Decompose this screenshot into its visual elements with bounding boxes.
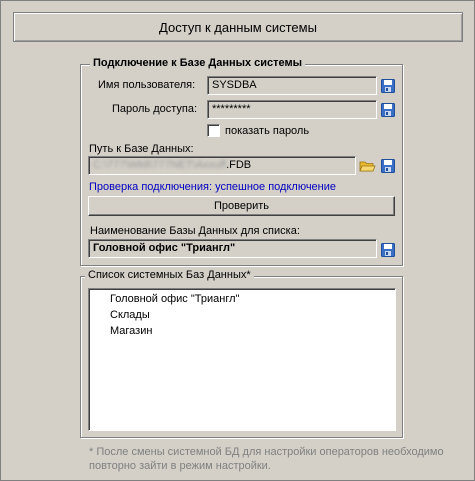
- db-list-group-legend: Список системных Баз Данных*: [85, 269, 254, 281]
- connection-group-legend: Подключение к Базе Данных системы: [90, 57, 306, 69]
- db-path-label: Путь к Базе Данных:: [89, 143, 194, 155]
- username-label: Имя пользователя:: [98, 79, 196, 91]
- check-connection-button-label: Проверить: [213, 200, 269, 212]
- dialog-title: Доступ к данным системы: [159, 19, 317, 35]
- db-list-item[interactable]: Склады: [110, 309, 150, 321]
- footnote: * После смены системной БД для настройки…: [89, 446, 444, 472]
- db-path-extension: .FDB: [226, 159, 252, 171]
- save-db-name-icon[interactable]: [381, 243, 395, 257]
- open-folder-icon[interactable]: [359, 159, 376, 173]
- dialog-title-bar: Доступ к данным системы: [13, 12, 463, 42]
- check-status-text: Проверка подключения: успешное подключен…: [89, 181, 337, 193]
- db-list[interactable]: Головной офис "Триангл" Склады Магазин: [88, 288, 396, 431]
- db-name-field[interactable]: Головной офис "Триангл": [88, 239, 377, 258]
- password-label: Пароль доступа:: [112, 103, 198, 115]
- show-password-checkbox[interactable]: [207, 124, 220, 137]
- db-list-item[interactable]: Магазин: [110, 325, 152, 337]
- show-password-label[interactable]: показать пароль: [225, 125, 309, 137]
- password-field[interactable]: *********: [207, 100, 377, 119]
- save-password-icon[interactable]: [381, 103, 395, 117]
- db-name-label: Наименование Базы Данных для списка:: [90, 225, 300, 237]
- save-username-icon[interactable]: [381, 79, 395, 93]
- db-path-blurred-part: C:\777\Wkll\777NET\Axxuff: [93, 159, 227, 171]
- dialog-window: Доступ к данным системы Подключение к Ба…: [0, 0, 475, 481]
- save-db-path-icon[interactable]: [381, 159, 395, 173]
- db-path-field[interactable]: C:\777\Wkll\777NET\Axxuff.FDB: [88, 156, 356, 175]
- db-list-item[interactable]: Головной офис "Триангл": [110, 293, 239, 305]
- username-field[interactable]: SYSDBA: [207, 76, 377, 95]
- check-connection-button[interactable]: Проверить: [88, 196, 395, 216]
